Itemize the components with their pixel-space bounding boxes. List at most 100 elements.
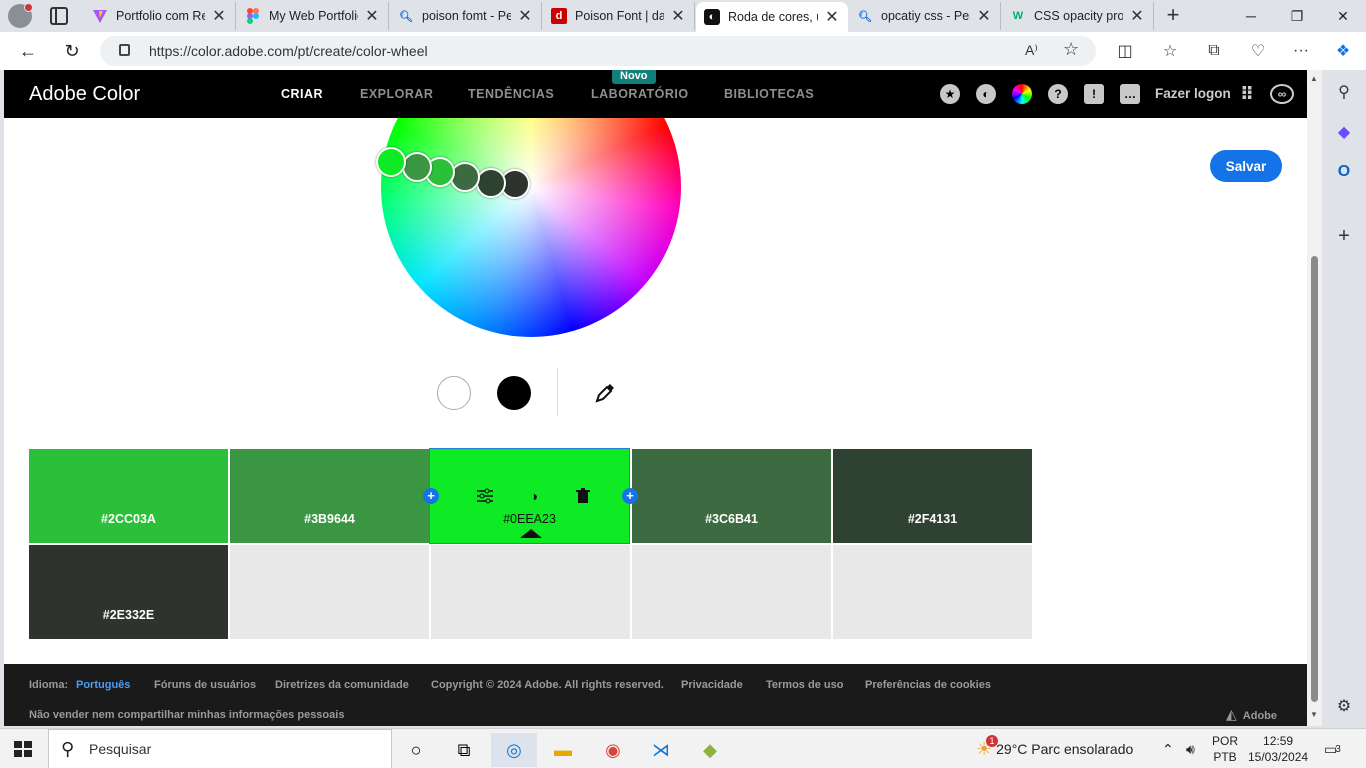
eyedropper-icon[interactable] [593, 381, 617, 405]
minimize-icon[interactable]: ─ [1228, 0, 1274, 32]
creative-cloud-icon[interactable]: ∞ [1270, 84, 1294, 104]
back-icon[interactable]: ← [16, 39, 40, 63]
volume-icon[interactable]: 🔊︎ [1186, 729, 1195, 768]
sliders-icon[interactable] [475, 486, 495, 506]
swatch-hex[interactable]: #3C6B41 [705, 512, 758, 526]
feedback-icon[interactable]: ! [1084, 84, 1104, 104]
copilot-icon[interactable]: ❖ [1333, 41, 1353, 61]
privacy-link[interactable]: Privacidade [681, 679, 743, 691]
black-swatch-button[interactable] [497, 376, 531, 410]
app-logo[interactable]: Adobe Color [29, 83, 140, 106]
swatch-hex[interactable]: #2E332E [103, 608, 154, 622]
star-icon[interactable]: ★ [940, 84, 960, 104]
swatch-4[interactable]: #3C6B41 [632, 449, 831, 543]
tab-web-portfolio[interactable]: My Web Portfolio ✕ [237, 2, 389, 30]
nav-bibliotecas[interactable]: BIBLIOTECAS [724, 87, 814, 101]
close-tab-icon[interactable]: ✕ [670, 6, 686, 26]
close-tab-icon[interactable]: ✕ [976, 6, 992, 26]
scroll-down-icon[interactable]: ▼ [1310, 710, 1318, 719]
read-aloud-icon[interactable]: A⁾ [1025, 42, 1038, 59]
url-text[interactable]: https://color.adobe.com/pt/create/color-… [149, 43, 428, 59]
weather-widget[interactable]: ☀ 1 29°C Parc ensolarado [976, 729, 1133, 768]
add-color-right-icon[interactable]: + [622, 488, 638, 504]
search-icon[interactable]: ⚲ [1334, 82, 1354, 102]
tab-adobe-color[interactable]: ◐ Roda de cores, u ✕ [696, 2, 848, 32]
cortana-icon[interactable]: ○ [393, 733, 439, 767]
swatch-hex[interactable]: #2CC03A [101, 512, 156, 526]
split-screen-icon[interactable]: ◫ [1115, 41, 1135, 61]
close-tab-icon[interactable]: ✕ [517, 6, 533, 26]
add-color-left-icon[interactable]: + [423, 488, 439, 504]
outlook-icon[interactable]: O [1334, 162, 1354, 182]
swatch-hex[interactable]: #3B9644 [304, 512, 355, 526]
swatch-2[interactable]: #3B9644 [230, 449, 429, 543]
cookies-link[interactable]: Preferências de cookies [865, 679, 991, 691]
show-hidden-icons-icon[interactable]: ⌃ [1162, 729, 1174, 768]
nav-tendencias[interactable]: TENDÊNCIAS [468, 87, 554, 101]
chrome-app-icon[interactable]: ◉ [590, 733, 636, 767]
wheel-handle[interactable] [402, 152, 432, 182]
adobe-logo[interactable]: ◭ Adobe [1226, 706, 1277, 723]
color-wheel-icon[interactable] [1012, 84, 1032, 104]
tab-dafont[interactable]: d Poison Font | daf ✕ [543, 2, 695, 30]
scroll-up-icon[interactable]: ▲ [1310, 74, 1318, 83]
url-field[interactable]: https://color.adobe.com/pt/create/color-… [100, 36, 1096, 66]
taskbar-search-input[interactable]: ⚲ Pesquisar [48, 729, 392, 768]
swatch-1[interactable]: #2CC03A [29, 449, 228, 543]
profile-avatar[interactable] [8, 3, 33, 28]
tab-w3schools[interactable]: W CSS opacity prop ✕ [1002, 2, 1154, 30]
forums-link[interactable]: Fóruns de usuários [154, 679, 256, 691]
swatch-5[interactable]: #2F4131 [833, 449, 1032, 543]
refresh-icon[interactable]: ↻ [60, 39, 84, 63]
wheel-handle[interactable] [450, 162, 480, 192]
white-swatch-button[interactable] [437, 376, 471, 410]
help-icon[interactable]: ? [1048, 84, 1068, 104]
tab-actions-icon[interactable] [50, 7, 68, 25]
notifications-icon[interactable]: ▭ 3 [1324, 729, 1341, 768]
task-view-icon[interactable]: ⧉ [441, 733, 487, 767]
nav-criar[interactable]: CRIAR [281, 87, 323, 101]
save-button[interactable]: Salvar [1210, 150, 1282, 182]
page-scrollbar[interactable]: ▲ ▼ [1307, 70, 1322, 726]
set-base-color-icon[interactable]: ◑ [524, 486, 544, 506]
performance-icon[interactable]: ♡ [1248, 41, 1268, 61]
scroll-thumb[interactable] [1311, 256, 1318, 702]
favorite-star-icon[interactable]: ☆ [1063, 39, 1079, 60]
apps-grid-icon[interactable]: ⠿ [1237, 84, 1257, 104]
edge-app-icon[interactable]: ◎ [491, 733, 537, 767]
swatch-hex[interactable]: #0EEA23 [503, 512, 556, 526]
terms-link[interactable]: Termos de uso [766, 679, 843, 691]
language-selector[interactable]: Português [76, 679, 130, 691]
tab-poison-search[interactable]: 🔍︎ poison fomt - Pe ✕ [390, 2, 542, 30]
favorites-icon[interactable]: ☆ [1160, 41, 1180, 61]
close-tab-icon[interactable]: ✕ [211, 6, 227, 26]
vscode-app-icon[interactable]: ⋊ [638, 733, 684, 767]
guidelines-link[interactable]: Diretrizes da comunidade [275, 679, 409, 691]
new-tab-icon[interactable]: + [1162, 4, 1184, 26]
close-tab-icon[interactable]: ✕ [824, 7, 840, 27]
swatch-hex[interactable]: #2F4131 [908, 512, 957, 526]
windows-start-icon[interactable] [14, 741, 32, 757]
collections-icon[interactable]: ⧉ [1204, 41, 1224, 61]
inkscape-app-icon[interactable]: ◆ [687, 733, 733, 767]
chat-icon[interactable]: … [1120, 84, 1140, 104]
wheel-handle[interactable] [476, 168, 506, 198]
close-tab-icon[interactable]: ✕ [364, 6, 380, 26]
more-options-icon[interactable]: ··· [1291, 41, 1311, 61]
wheel-handle[interactable] [376, 147, 406, 177]
clock[interactable]: 12:59 15/03/2024 [1248, 729, 1308, 768]
trash-icon[interactable] [573, 486, 593, 506]
nav-explorar[interactable]: EXPLORAR [360, 87, 433, 101]
tab-portfolio[interactable]: Portfolio com Re ✕ [84, 2, 236, 30]
copilot-sidebar-icon[interactable]: ◆ [1334, 122, 1354, 142]
close-tab-icon[interactable]: ✕ [1129, 6, 1145, 26]
nav-laboratorio[interactable]: LABORATÓRIO [591, 87, 689, 101]
settings-gear-icon[interactable]: ⚙ [1334, 696, 1354, 716]
do-not-sell-link[interactable]: Não vender nem compartilhar minhas infor… [29, 709, 344, 721]
input-language[interactable]: POR PTB [1212, 729, 1238, 768]
tab-opacity-search[interactable]: 🔍︎ opcatiy css - Pes ✕ [849, 2, 1001, 30]
file-explorer-icon[interactable]: ▬ [540, 733, 586, 767]
contrast-icon[interactable]: ◐ [976, 84, 996, 104]
add-sidebar-app-icon[interactable]: + [1334, 225, 1354, 247]
close-window-icon[interactable]: ✕ [1320, 0, 1366, 32]
